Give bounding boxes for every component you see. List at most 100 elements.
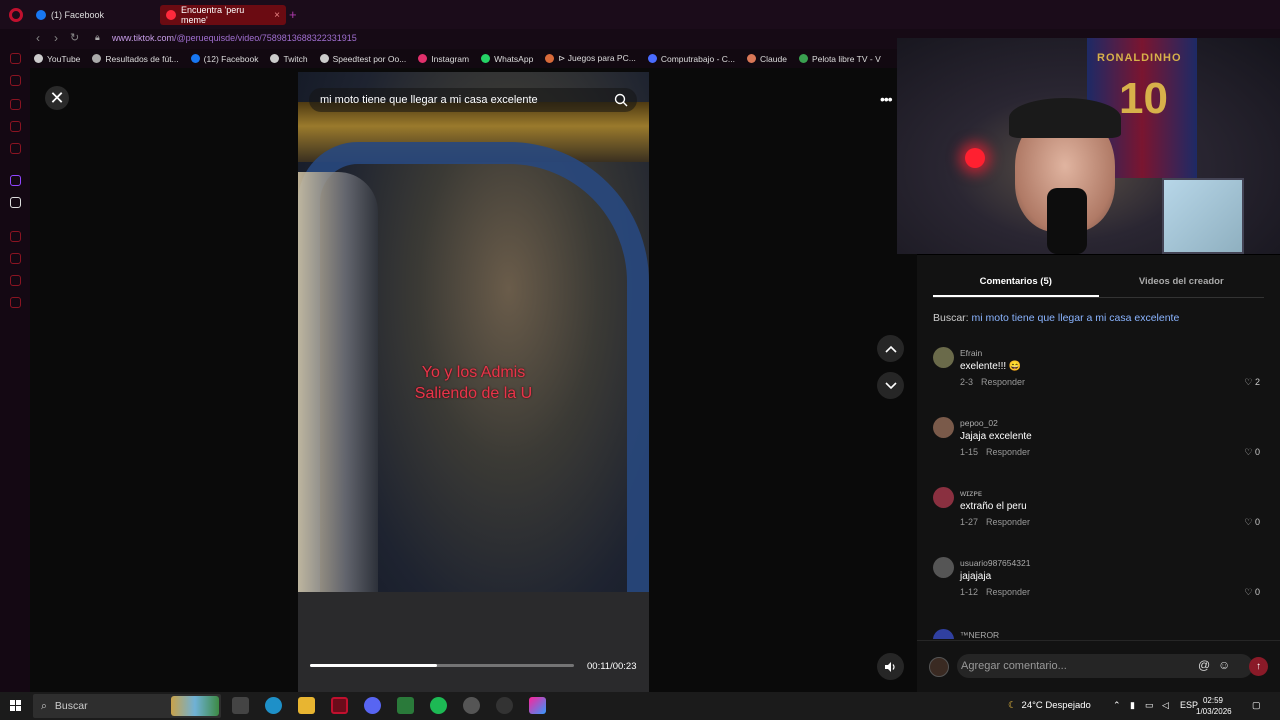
next-video-button[interactable] [877,372,904,399]
comment-meta: 1-15 Responder [960,447,1030,457]
sidebar-icon[interactable] [10,121,21,132]
like-count: 0 [1254,517,1260,527]
avatar[interactable] [933,629,954,639]
sidebar-icon[interactable] [10,53,21,64]
bookmark-item[interactable]: (12) Facebook [190,54,258,64]
tab-facebook[interactable]: (1) Facebook [30,5,156,25]
heart-icon: ♡ [1244,377,1255,387]
previous-video-button[interactable] [877,335,904,362]
copilot-icon[interactable] [529,697,546,714]
sidebar-icon[interactable] [10,143,21,154]
bookmark-label: YouTube [47,53,81,64]
comment-username[interactable]: ™NEROR [960,630,999,639]
tab-creator-videos[interactable]: Videos del creador [1099,273,1265,297]
sidebar-icon[interactable] [10,253,21,264]
edge-icon[interactable] [265,697,282,714]
more-options-icon[interactable]: ••• [880,91,893,107]
url-field[interactable]: www.tiktok.com/@peruequisde/video/758981… [112,33,357,43]
bookmark-label: Twitch [283,53,308,64]
search-icon[interactable] [614,93,628,107]
tray-chevron-icon[interactable]: ⌃ [1113,700,1121,711]
spotify-icon[interactable] [430,697,447,714]
network-icon[interactable]: ▭ [1145,700,1154,711]
tab-label: (1) Facebook [51,10,105,20]
clock[interactable]: 02:59 1/03/2026 [1196,695,1232,717]
speedtest-icon [319,54,329,63]
send-comment-button[interactable]: ↑ [1249,657,1268,676]
video-player[interactable]: Yo y los Admis Saliendo de la U [298,72,649,692]
sidebar-icon[interactable] [10,275,21,286]
bookmark-item[interactable]: Claude [747,54,787,64]
volume-button[interactable] [877,653,904,680]
reload-icon[interactable]: ↻ [70,31,79,44]
reply-button[interactable]: Responder [981,377,1025,387]
close-viewer-button[interactable]: ✕ [45,86,69,110]
bookmarks-bar: YouTube Resultados de fút... (12) Facebook… [30,49,900,68]
avatar[interactable] [933,417,954,438]
sidebar-icon[interactable] [10,297,21,308]
windows-start-icon[interactable] [10,700,22,712]
tv-icon [798,54,808,63]
reply-button[interactable]: Responder [986,587,1030,597]
x-icon[interactable] [10,197,21,208]
comment-username[interactable]: Efrain [960,348,982,358]
avatar[interactable] [933,487,954,508]
sidebar-icon[interactable] [10,99,21,110]
microphone-icon[interactable]: ▮ [1130,700,1135,711]
tab-tiktok[interactable]: Encuentra 'peru meme' × [160,5,286,25]
bookmark-item[interactable]: Twitch [270,53,308,64]
forward-icon[interactable]: › [54,31,58,45]
reply-button[interactable]: Responder [986,447,1030,457]
task-view-icon[interactable] [232,697,249,714]
opera-gx-icon[interactable] [331,697,348,714]
page-icon [270,54,280,63]
tab-comments[interactable]: Comentarios (5) [933,273,1099,297]
store-icon[interactable] [397,697,414,714]
twitch-icon[interactable] [10,175,21,186]
back-icon[interactable]: ‹ [36,31,40,45]
bookmark-item[interactable]: Pelota libre TV - V [798,54,881,64]
comment-username[interactable]: wɪᴢᴘᴇ [960,488,982,498]
speaker-tray-icon[interactable]: ◁ [1162,700,1169,711]
settings-icon[interactable] [496,697,513,714]
bookmark-item[interactable]: YouTube [34,54,80,64]
video-progress-fill [310,664,437,667]
reply-button[interactable]: Responder [986,517,1030,527]
bookmark-item[interactable]: WhatsApp [481,54,533,64]
like-button[interactable]: ♡ 0 [1244,517,1260,528]
related-search-link[interactable]: mi moto tiene que llegar a mi casa excel… [972,312,1180,324]
like-button[interactable]: ♡ 0 [1244,447,1260,458]
avatar[interactable] [929,657,949,677]
sidebar-icon[interactable] [10,231,21,242]
bookmark-item[interactable]: Resultados de fút... [92,54,179,64]
sidebar-icon[interactable] [10,75,21,86]
bookmark-item[interactable]: Instagram [418,54,469,64]
comment-username[interactable]: pepoo_02 [960,418,998,428]
new-tab-button[interactable]: + [289,7,297,22]
like-button[interactable]: ♡ 2 [1244,377,1260,388]
bookmark-item[interactable]: Computrabajo - C... [647,54,735,64]
weather-widget[interactable]: ☾ 24°C Despejado [1008,700,1091,711]
bookmark-item[interactable]: Speedtest por Oo... [319,54,406,64]
emoji-icon[interactable]: ☺ [1218,658,1230,672]
opera-logo-icon[interactable] [9,8,23,22]
video-search-input[interactable]: mi moto tiene que llegar a mi casa excel… [309,88,637,112]
video-progress-bar[interactable] [310,664,574,667]
mention-icon[interactable]: @ [1198,658,1210,672]
chevron-down-icon [884,381,897,389]
avatar[interactable] [933,557,954,578]
avatar[interactable] [933,347,954,368]
related-search-label: Buscar: [933,312,969,324]
file-explorer-icon[interactable] [298,697,315,714]
like-button[interactable]: ♡ 0 [1244,587,1260,598]
bookmark-item[interactable]: ⊳ Juegos para PC... [545,53,636,64]
obs-icon[interactable] [463,697,480,714]
discord-icon[interactable] [364,697,381,714]
like-count: 0 [1254,587,1260,597]
close-tab-icon[interactable]: × [274,10,280,21]
notification-icon[interactable]: ▢ [1252,700,1261,711]
bookmark-label: ⊳ Juegos para PC... [558,53,636,63]
taskbar-search[interactable]: ⌕ Buscar [33,694,221,718]
comment-placeholder: Agregar comentario... [961,660,1067,672]
comment-username[interactable]: usuario987654321 [960,558,1030,568]
